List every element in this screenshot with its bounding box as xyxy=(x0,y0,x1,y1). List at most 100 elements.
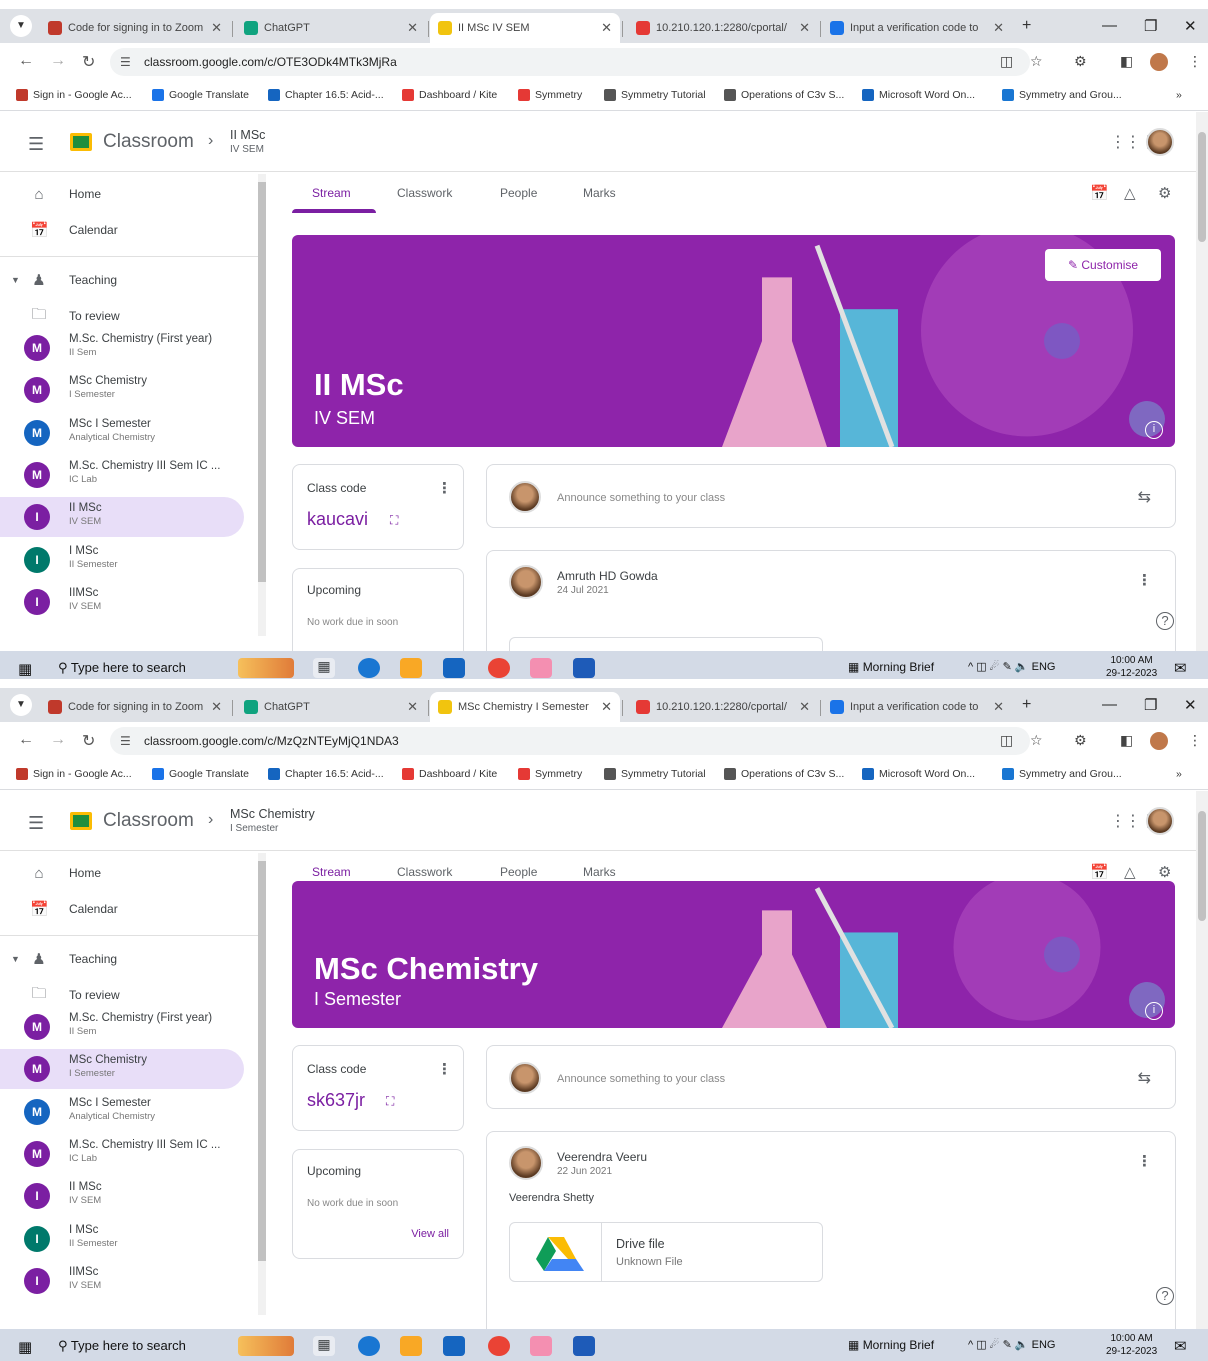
customise-button[interactable]: ✎ Customise xyxy=(1045,249,1161,281)
drive-folder-icon[interactable]: △ xyxy=(1124,184,1136,202)
attachment-preview[interactable] xyxy=(509,637,823,652)
tab-people[interactable]: People xyxy=(500,186,537,200)
browser-tab[interactable]: 10.210.120.1:2280/cportal/ ✕ xyxy=(628,13,818,43)
system-tray[interactable]: ^ ◫ ☄ ✎ 🔈 ENG xyxy=(968,660,1055,673)
reload-icon[interactable]: ↻ xyxy=(82,731,95,751)
mail-icon[interactable] xyxy=(443,658,465,678)
forward-icon[interactable]: → xyxy=(50,52,66,70)
sidebar-class-item[interactable]: I IIMSc IV SEM xyxy=(0,582,244,622)
sidebar-item-home[interactable]: ⌂ Home xyxy=(0,174,244,214)
bookmark-item[interactable]: Chapter 16.5: Acid-... xyxy=(268,89,384,101)
chrome-icon[interactable] xyxy=(488,1336,510,1356)
install-app-icon[interactable]: ◫ xyxy=(1000,53,1013,70)
sidebar-scrollbar[interactable] xyxy=(258,174,266,636)
calendar-icon[interactable]: 📅 xyxy=(1090,184,1109,202)
tab-people[interactable]: People xyxy=(500,865,537,879)
main-menu-icon[interactable]: ☰ xyxy=(28,813,44,834)
clock[interactable]: 10:00 AM 29-12-2023 xyxy=(1106,654,1157,680)
bookmark-item[interactable]: Symmetry xyxy=(518,89,582,101)
bookmark-item[interactable]: Microsoft Word On... xyxy=(862,768,975,780)
sidebar-scrollbar[interactable] xyxy=(258,853,266,1315)
url-field[interactable]: ☰ classroom.google.com/c/MzQzNTEyMjQ1NDA3 xyxy=(110,727,1030,755)
extensions-icon[interactable]: ⚙ xyxy=(1074,732,1087,749)
post-options-icon[interactable]: ⋮ xyxy=(1137,1152,1152,1170)
account-avatar[interactable] xyxy=(1146,807,1174,835)
edge-browser-icon[interactable] xyxy=(358,658,380,678)
sidebar-class-item[interactable]: I IIMSc IV SEM xyxy=(0,1261,244,1301)
browser-tab[interactable]: Input a verification code to ✕ xyxy=(822,692,1012,722)
repost-icon[interactable]: ⇆ xyxy=(1138,487,1151,507)
drive-file-attachment[interactable]: Drive file Unknown File xyxy=(509,1222,823,1282)
clock[interactable]: 10:00 AM 29-12-2023 xyxy=(1106,1332,1157,1358)
info-icon[interactable]: i xyxy=(1145,1002,1163,1020)
view-all-link[interactable]: View all xyxy=(411,1228,449,1240)
forward-icon[interactable]: → xyxy=(50,731,66,749)
sidebar-class-item[interactable]: I II MSc IV SEM xyxy=(0,1176,244,1216)
extensions-icon[interactable]: ⚙ xyxy=(1074,53,1087,70)
fullscreen-icon[interactable]: ⛶ xyxy=(390,513,398,528)
close-tab-icon[interactable]: ✕ xyxy=(407,699,418,715)
tab-search-button[interactable]: ▼ xyxy=(10,694,32,716)
minimize-icon[interactable]: — xyxy=(1102,696,1117,713)
search-highlight-icon[interactable] xyxy=(238,658,294,678)
bookmark-star-icon[interactable]: ☆ xyxy=(1030,53,1043,70)
bookmark-item[interactable]: Symmetry Tutorial xyxy=(604,768,706,780)
tab-classwork[interactable]: Classwork xyxy=(397,865,452,879)
info-icon[interactable]: i xyxy=(1145,421,1163,439)
bookmark-item[interactable]: Chapter 16.5: Acid-... xyxy=(268,768,384,780)
announce-box[interactable]: Announce something to your class ⇆ xyxy=(486,464,1176,528)
bookmark-item[interactable]: Google Translate xyxy=(152,768,249,780)
browser-tab[interactable]: 10.210.120.1:2280/cportal/ ✕ xyxy=(628,692,818,722)
tab-classwork[interactable]: Classwork xyxy=(397,186,452,200)
sidebar-item-calendar[interactable]: 📅 Calendar xyxy=(0,210,244,250)
sidebar-class-item[interactable]: M M.Sc. Chemistry III Sem IC ... IC Lab xyxy=(0,455,244,495)
side-panel-icon[interactable]: ◧ xyxy=(1120,53,1133,70)
post-options-icon[interactable]: ⋮ xyxy=(1137,571,1152,589)
bookmark-item[interactable]: Dashboard / Kite xyxy=(402,89,497,101)
calendar-icon[interactable]: 📅 xyxy=(1090,863,1109,881)
fullscreen-icon[interactable]: ⛶ xyxy=(386,1094,394,1109)
more-options-icon[interactable]: ⋮ xyxy=(437,479,452,497)
sidebar-class-item[interactable]: M MSc I Semester Analytical Chemistry xyxy=(0,413,244,453)
windows-start-icon[interactable]: ▦ xyxy=(18,660,32,678)
new-tab-button[interactable]: + xyxy=(1022,17,1031,35)
class-code-value[interactable]: kaucavi xyxy=(307,509,368,530)
bookmarks-overflow-icon[interactable]: » xyxy=(1176,768,1182,780)
sidebar-item-calendar[interactable]: 📅 Calendar xyxy=(0,889,244,929)
paint-icon[interactable] xyxy=(530,658,552,678)
sidebar-class-item[interactable]: M M.Sc. Chemistry (First year) II Sem xyxy=(0,328,244,368)
settings-gear-icon[interactable]: ⚙ xyxy=(1158,184,1171,202)
notifications-icon[interactable]: ✉ xyxy=(1174,1337,1187,1355)
paint-icon[interactable] xyxy=(530,1336,552,1356)
close-tab-icon[interactable]: ✕ xyxy=(993,20,1004,36)
page-scrollbar[interactable] xyxy=(1196,112,1208,652)
task-view-icon[interactable]: ▦ xyxy=(313,658,335,678)
tab-marks[interactable]: Marks xyxy=(583,186,616,200)
close-tab-icon[interactable]: ✕ xyxy=(799,20,810,36)
tab-search-button[interactable]: ▼ xyxy=(10,15,32,37)
breadcrumb-class[interactable]: MSc Chemistry I Semester xyxy=(230,807,315,834)
drive-folder-icon[interactable]: △ xyxy=(1124,863,1136,881)
tab-stream[interactable]: Stream xyxy=(312,865,351,879)
help-icon[interactable]: ? xyxy=(1156,612,1174,630)
bookmarks-overflow-icon[interactable]: » xyxy=(1176,89,1182,101)
restore-icon[interactable]: ❐ xyxy=(1144,696,1157,714)
task-view-icon[interactable]: ▦ xyxy=(313,1336,335,1356)
profile-icon[interactable] xyxy=(1150,53,1168,71)
app-name[interactable]: Classroom xyxy=(103,131,194,153)
notifications-icon[interactable]: ✉ xyxy=(1174,659,1187,677)
page-scrollbar[interactable] xyxy=(1196,791,1208,1331)
morning-brief-widget[interactable]: ▦ Morning Brief xyxy=(848,1338,934,1352)
sidebar-class-item[interactable]: M M.Sc. Chemistry III Sem IC ... IC Lab xyxy=(0,1134,244,1174)
sidebar-class-item[interactable]: M M.Sc. Chemistry (First year) II Sem xyxy=(0,1007,244,1047)
bookmark-item[interactable]: Symmetry Tutorial xyxy=(604,89,706,101)
bookmark-item[interactable]: Dashboard / Kite xyxy=(402,768,497,780)
close-tab-icon[interactable]: ✕ xyxy=(993,699,1004,715)
bookmark-item[interactable]: Symmetry and Grou... xyxy=(1002,768,1122,780)
url-field[interactable]: ☰ classroom.google.com/c/OTE3ODk4MTk3MjRa xyxy=(110,48,1030,76)
close-tab-icon[interactable]: ✕ xyxy=(601,20,612,36)
bookmark-item[interactable]: Operations of C3v S... xyxy=(724,89,844,101)
breadcrumb-class[interactable]: II MSc IV SEM xyxy=(230,128,265,155)
system-tray[interactable]: ^ ◫ ☄ ✎ 🔈 ENG xyxy=(968,1338,1055,1351)
back-icon[interactable]: ← xyxy=(18,731,34,749)
